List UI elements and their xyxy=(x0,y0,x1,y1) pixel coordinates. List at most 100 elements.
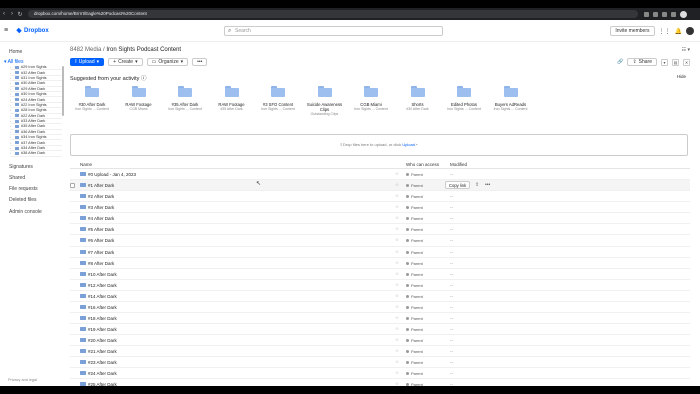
column-name-header[interactable]: Name xyxy=(80,162,92,167)
suggested-folder[interactable]: #3 SFO Content Iron Sights ... Content xyxy=(256,86,300,111)
forward-icon[interactable]: › xyxy=(8,11,16,17)
star-icon[interactable]: ☆ xyxy=(395,282,399,288)
share-button[interactable]: ⇪ Share xyxy=(627,58,657,66)
suggested-folder[interactable]: RAW Footage CGB Miami xyxy=(117,86,161,111)
back-icon[interactable]: ‹ xyxy=(0,11,8,17)
table-row[interactable]: #3 After Dark ☆ Parent -- xyxy=(70,202,690,214)
upload-link[interactable]: Upload xyxy=(402,142,415,147)
sidebar-item-shared[interactable]: Shared xyxy=(9,175,25,181)
star-icon[interactable]: ☆ xyxy=(395,359,399,365)
star-icon[interactable]: ☆ xyxy=(395,326,399,332)
star-icon[interactable]: ☆ xyxy=(395,348,399,354)
star-icon[interactable]: ☆ xyxy=(395,315,399,321)
suggested-folder[interactable]: Buyers AdReads Iron Sights ... Content xyxy=(489,86,533,111)
chevron-right-icon[interactable]: › xyxy=(10,114,13,118)
info-icon[interactable]: ⓘ xyxy=(141,76,147,82)
file-name[interactable]: #5 After Dark xyxy=(88,227,114,232)
file-name[interactable]: #4 After Dark xyxy=(88,216,114,221)
chevron-right-icon[interactable]: › xyxy=(10,124,13,128)
file-name[interactable]: #23 After Dark xyxy=(88,360,117,365)
star-icon[interactable]: ☆ xyxy=(395,260,399,266)
star-icon[interactable]: ☆ xyxy=(395,304,399,310)
chevron-right-icon[interactable]: › xyxy=(10,151,13,155)
file-name[interactable]: #12 After Dark xyxy=(88,283,117,288)
table-row[interactable]: #24 After Dark ☆ Parent -- xyxy=(70,368,690,380)
copy-link-button[interactable]: Copy link xyxy=(445,181,471,190)
file-name[interactable]: #18 After Dark xyxy=(88,316,117,321)
sidebar-item-file-requests[interactable]: File requests xyxy=(9,186,38,192)
table-row[interactable]: #8 After Dark ☆ Parent -- xyxy=(70,258,690,269)
file-name[interactable]: #3 After Dark xyxy=(88,205,114,210)
chevron-right-icon[interactable]: › xyxy=(10,119,13,123)
chevron-right-icon[interactable]: › xyxy=(10,87,13,91)
grid-apps-icon[interactable]: ⋮⋮ xyxy=(659,28,671,35)
suggested-folder[interactable]: Edited Photos Iron Sights ... Content xyxy=(442,86,486,111)
chevron-right-icon[interactable]: › xyxy=(10,71,13,75)
address-bar[interactable]: dropbox.com/home/Brrrrt/Eagle%20Podcast%… xyxy=(28,10,638,18)
table-row[interactable]: #0 Upload - Jan 4, 2023 ☆ Parent -- xyxy=(70,169,690,181)
table-row[interactable]: #12 After Dark ☆ Parent -- xyxy=(70,280,690,291)
star-icon[interactable]: ☆ xyxy=(395,204,399,210)
sidebar-item-home[interactable]: Home xyxy=(9,49,22,55)
chevron-right-icon[interactable]: › xyxy=(10,76,13,80)
close-panel-icon[interactable]: ✕ xyxy=(683,58,690,66)
link-icon[interactable]: 🔗 xyxy=(617,59,623,65)
share-dropdown-icon[interactable]: ▾ xyxy=(661,58,668,66)
star-icon[interactable]: ☆ xyxy=(395,249,399,255)
sidebar-item-deleted-files[interactable]: Deleted files xyxy=(9,197,37,203)
chevron-right-icon[interactable]: › xyxy=(10,65,13,69)
suggested-folder[interactable]: Suicide Awareness Clips Outstanding Clips xyxy=(303,86,347,116)
hide-suggested-button[interactable]: Hide xyxy=(677,74,686,79)
chevron-right-icon[interactable]: › xyxy=(10,103,13,107)
extension-icon[interactable] xyxy=(653,11,658,17)
share-icon[interactable]: ⇪ xyxy=(475,182,479,188)
table-row[interactable]: #25 After Dark ☆ Parent -- xyxy=(70,379,690,386)
chevron-right-icon[interactable]: › xyxy=(10,92,13,96)
extension-icon[interactable] xyxy=(644,11,649,17)
file-name[interactable]: #0 Upload - Jan 4, 2023 xyxy=(88,172,136,177)
menu-icon[interactable]: ≡ xyxy=(4,27,12,34)
table-row[interactable]: #4 After Dark ☆ Parent -- xyxy=(70,213,690,225)
star-icon[interactable]: ☆ xyxy=(395,182,399,188)
file-name[interactable]: #25 After Dark xyxy=(88,382,117,386)
avatar[interactable] xyxy=(686,27,694,35)
table-row[interactable]: #6 After Dark ☆ Parent -- xyxy=(70,235,690,247)
table-row[interactable]: #5 After Dark ☆ Parent -- xyxy=(70,224,690,236)
suggested-folder[interactable]: #30 After Dark Iron Sights ... Content xyxy=(70,86,114,111)
file-info-icon[interactable]: ▤ xyxy=(672,58,679,66)
chevron-right-icon[interactable]: › xyxy=(10,141,13,145)
chevron-right-icon[interactable]: › xyxy=(10,98,13,102)
column-access-header[interactable]: Who can access xyxy=(406,162,439,167)
view-options-icon[interactable]: ☷ ▾ xyxy=(682,47,690,53)
breadcrumb-root[interactable]: 8482 Media xyxy=(70,47,101,53)
invite-members-button[interactable]: Invite members xyxy=(610,26,655,36)
suggested-folder[interactable]: Shorts #30 After Dark xyxy=(396,86,440,111)
chevron-right-icon[interactable]: › xyxy=(10,146,13,150)
file-name[interactable]: #6 After Dark xyxy=(88,238,114,243)
file-name[interactable]: #16 After Dark xyxy=(88,305,117,310)
tree-scrollbar[interactable] xyxy=(62,66,64,116)
star-icon[interactable]: ☆ xyxy=(395,237,399,243)
organize-button[interactable]: ▭ Organize ▾ xyxy=(146,58,189,66)
column-modified-header[interactable]: Modified xyxy=(450,162,467,167)
table-row[interactable]: #19 After Dark ☆ Parent -- xyxy=(70,324,690,336)
table-row[interactable]: #1 After Dark ☆ Parent Copy link ⇪ ••• xyxy=(70,180,690,192)
file-name[interactable]: #20 After Dark xyxy=(88,338,117,343)
table-row[interactable]: #2 After Dark ☆ Parent -- xyxy=(70,191,690,203)
file-name[interactable]: #2 After Dark xyxy=(88,194,114,199)
star-icon[interactable]: ☆ xyxy=(395,226,399,232)
table-row[interactable]: #10 After Dark ☆ Parent -- xyxy=(70,269,690,280)
more-button[interactable]: ••• xyxy=(192,58,208,66)
star-icon[interactable]: ☆ xyxy=(395,215,399,221)
reload-icon[interactable]: ↻ xyxy=(16,11,24,18)
file-name[interactable]: #8 After Dark xyxy=(88,261,114,266)
file-name[interactable]: #7 After Dark xyxy=(88,250,114,255)
sidebar-item-signatures[interactable]: Signatures xyxy=(9,164,33,170)
extension-icon[interactable] xyxy=(662,11,667,17)
chevron-right-icon[interactable]: › xyxy=(10,135,13,139)
browser-profile-icon[interactable] xyxy=(680,10,687,18)
chevron-right-icon[interactable]: › xyxy=(10,130,13,134)
file-name[interactable]: #1 After Dark xyxy=(88,183,114,188)
table-row[interactable]: #7 After Dark ☆ Parent -- xyxy=(70,247,690,258)
dropbox-logo[interactable]: Dropbox xyxy=(16,28,49,34)
